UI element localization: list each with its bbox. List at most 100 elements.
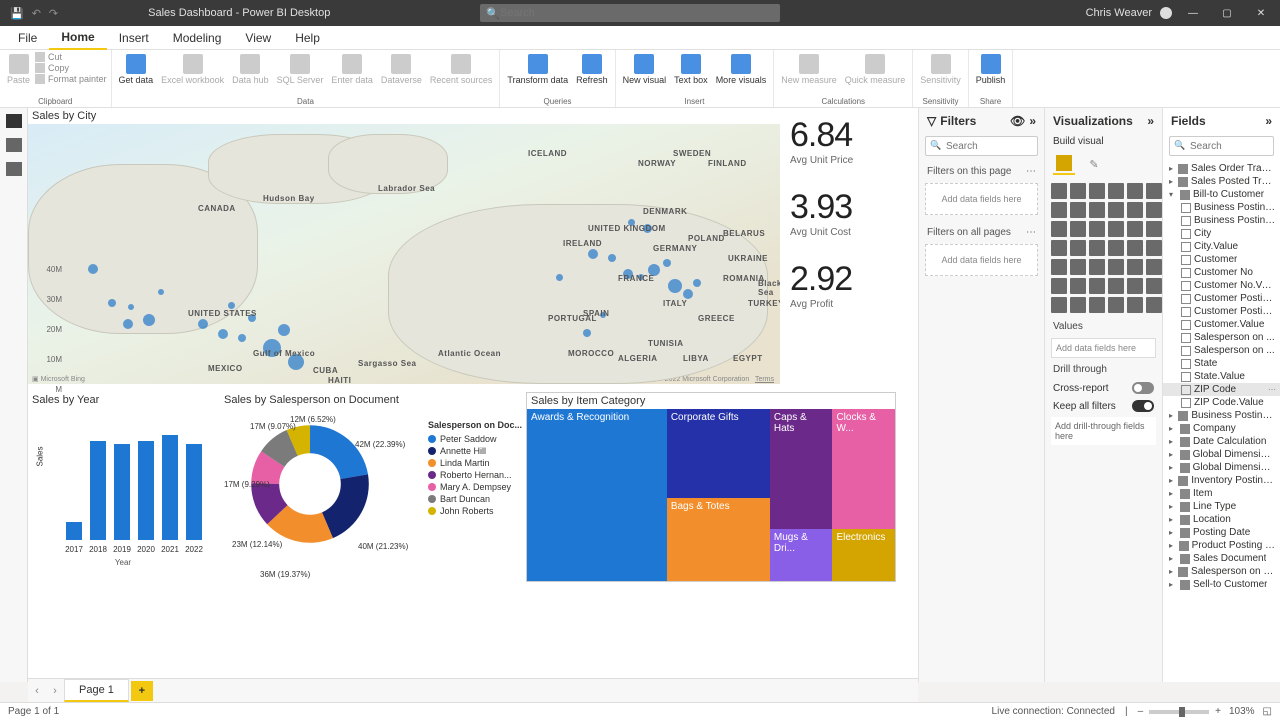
- drillthrough-well[interactable]: Add drill-through fields here: [1051, 417, 1156, 445]
- viz-type-10[interactable]: [1127, 202, 1143, 218]
- map-area[interactable]: ▣ Microsoft Bing © 2022 TomTom, © 2022 M…: [28, 124, 780, 384]
- field-more-icon[interactable]: ⋯: [1268, 385, 1276, 394]
- text-box-button[interactable]: Text box: [671, 52, 711, 96]
- map-bubble[interactable]: [556, 274, 563, 281]
- fit-page-icon[interactable]: ◱: [1263, 706, 1272, 717]
- viz-type-7[interactable]: [1070, 202, 1086, 218]
- viz-type-36[interactable]: [1051, 297, 1067, 313]
- viz-type-25[interactable]: [1070, 259, 1086, 275]
- new-visual-button[interactable]: New visual: [620, 52, 670, 96]
- app-search[interactable]: 🔍: [480, 4, 780, 22]
- bar[interactable]: 2022: [186, 444, 202, 540]
- table-node[interactable]: ▸Business Posting Group: [1163, 409, 1280, 422]
- field-checkbox[interactable]: [1181, 385, 1191, 395]
- data-hub-button[interactable]: Data hub: [229, 52, 272, 96]
- viz-type-9[interactable]: [1108, 202, 1124, 218]
- field-node[interactable]: Customer No.Val...: [1163, 279, 1280, 292]
- table-node[interactable]: ▸Date Calculation: [1163, 435, 1280, 448]
- viz-type-40[interactable]: [1127, 297, 1143, 313]
- legend-item[interactable]: John Roberts: [428, 506, 522, 516]
- enter-data-button[interactable]: Enter data: [328, 52, 376, 96]
- field-checkbox[interactable]: [1181, 216, 1191, 226]
- map-bubble[interactable]: [238, 334, 246, 342]
- data-view-icon[interactable]: [6, 138, 22, 152]
- quick-measure-button[interactable]: Quick measure: [842, 52, 909, 96]
- treemap-cell[interactable]: Mugs & Dri...: [770, 529, 833, 581]
- table-node[interactable]: ▸Global Dimension 2: [1163, 461, 1280, 474]
- filters-all-well[interactable]: Add data fields here: [925, 244, 1038, 276]
- field-node[interactable]: Business Posting...: [1163, 214, 1280, 227]
- legend-item[interactable]: Mary A. Dempsey: [428, 482, 522, 492]
- viz-type-41[interactable]: [1146, 297, 1162, 313]
- values-well[interactable]: Add data fields here: [1051, 338, 1156, 358]
- page-tab[interactable]: Page 1: [64, 679, 129, 702]
- viz-type-22[interactable]: [1127, 240, 1143, 256]
- fields-search-input[interactable]: [1169, 136, 1274, 156]
- viz-type-35[interactable]: [1146, 278, 1162, 294]
- bar[interactable]: 2019: [114, 444, 130, 540]
- table-node[interactable]: ▸Sales Order Transactions: [1163, 162, 1280, 175]
- table-node[interactable]: ▸Item: [1163, 487, 1280, 500]
- bar[interactable]: 2018: [90, 441, 106, 540]
- viz-type-12[interactable]: [1051, 221, 1067, 237]
- more-icon[interactable]: ⋯: [1026, 166, 1036, 177]
- field-node[interactable]: City.Value: [1163, 240, 1280, 253]
- treemap-cell[interactable]: Awards & Recognition: [527, 409, 667, 581]
- viz-type-0[interactable]: [1051, 183, 1067, 199]
- viz-type-39[interactable]: [1108, 297, 1124, 313]
- viz-type-5[interactable]: [1146, 183, 1162, 199]
- menu-help[interactable]: Help: [283, 27, 332, 49]
- field-checkbox[interactable]: [1181, 203, 1191, 213]
- legend-item[interactable]: Annette Hill: [428, 446, 522, 456]
- dataverse-button[interactable]: Dataverse: [378, 52, 425, 96]
- build-tab[interactable]: [1053, 153, 1075, 175]
- format-painter-button[interactable]: Format painter: [35, 74, 107, 84]
- menu-insert[interactable]: Insert: [107, 27, 161, 49]
- more-visuals-button[interactable]: More visuals: [713, 52, 770, 96]
- menu-home[interactable]: Home: [49, 26, 106, 50]
- map-bubble[interactable]: [693, 279, 701, 287]
- viz-type-4[interactable]: [1127, 183, 1143, 199]
- field-checkbox[interactable]: [1181, 372, 1191, 382]
- map-bubble[interactable]: [588, 249, 598, 259]
- viz-type-33[interactable]: [1108, 278, 1124, 294]
- field-checkbox[interactable]: [1181, 307, 1191, 317]
- collapse-filters-icon[interactable]: »: [1029, 114, 1036, 128]
- field-checkbox[interactable]: [1181, 320, 1191, 330]
- viz-type-11[interactable]: [1146, 202, 1162, 218]
- treemap-cell[interactable]: Caps & Hats: [770, 409, 833, 529]
- map-bubble[interactable]: [143, 314, 155, 326]
- kpi-card[interactable]: 2.92Avg Profit: [788, 252, 904, 324]
- viz-type-38[interactable]: [1089, 297, 1105, 313]
- minimize-button[interactable]: —: [1180, 8, 1206, 19]
- cut-button[interactable]: Cut: [35, 52, 107, 62]
- map-bubble[interactable]: [608, 254, 616, 262]
- treemap-cell[interactable]: Clocks & W...: [832, 409, 895, 529]
- legend-item[interactable]: Roberto Hernan...: [428, 470, 522, 480]
- report-view-icon[interactable]: [6, 114, 22, 128]
- treemap-cell[interactable]: Corporate Gifts: [667, 409, 770, 498]
- table-node[interactable]: ▸Sales Posted Transactio...: [1163, 175, 1280, 188]
- filters-search-input[interactable]: [925, 136, 1038, 156]
- new-measure-button[interactable]: New measure: [778, 52, 840, 96]
- map-bubble[interactable]: [683, 289, 693, 299]
- app-search-input[interactable]: [500, 7, 774, 19]
- viz-type-3[interactable]: [1108, 183, 1124, 199]
- table-node[interactable]: ▸Line Type: [1163, 500, 1280, 513]
- kpi-cards[interactable]: 6.84Avg Unit Price3.93Avg Unit Cost2.92A…: [788, 108, 904, 324]
- cross-report-toggle[interactable]: [1132, 382, 1154, 394]
- viz-type-1[interactable]: [1070, 183, 1086, 199]
- viz-type-29[interactable]: [1146, 259, 1162, 275]
- close-button[interactable]: ✕: [1248, 8, 1274, 19]
- table-node[interactable]: ▾Bill-to Customer: [1163, 188, 1280, 201]
- table-node[interactable]: ▸Salesperson on Docum...: [1163, 565, 1280, 578]
- excel-workbook-button[interactable]: Excel workbook: [158, 52, 227, 96]
- field-node[interactable]: Customer No: [1163, 266, 1280, 279]
- filters-page-well[interactable]: Add data fields here: [925, 183, 1038, 215]
- viz-type-17[interactable]: [1146, 221, 1162, 237]
- viz-type-26[interactable]: [1089, 259, 1105, 275]
- field-checkbox[interactable]: [1181, 268, 1191, 278]
- viz-type-15[interactable]: [1108, 221, 1124, 237]
- donut-slice[interactable]: [310, 425, 368, 479]
- treemap-visual[interactable]: Sales by Item Category Awards & Recognit…: [526, 392, 896, 582]
